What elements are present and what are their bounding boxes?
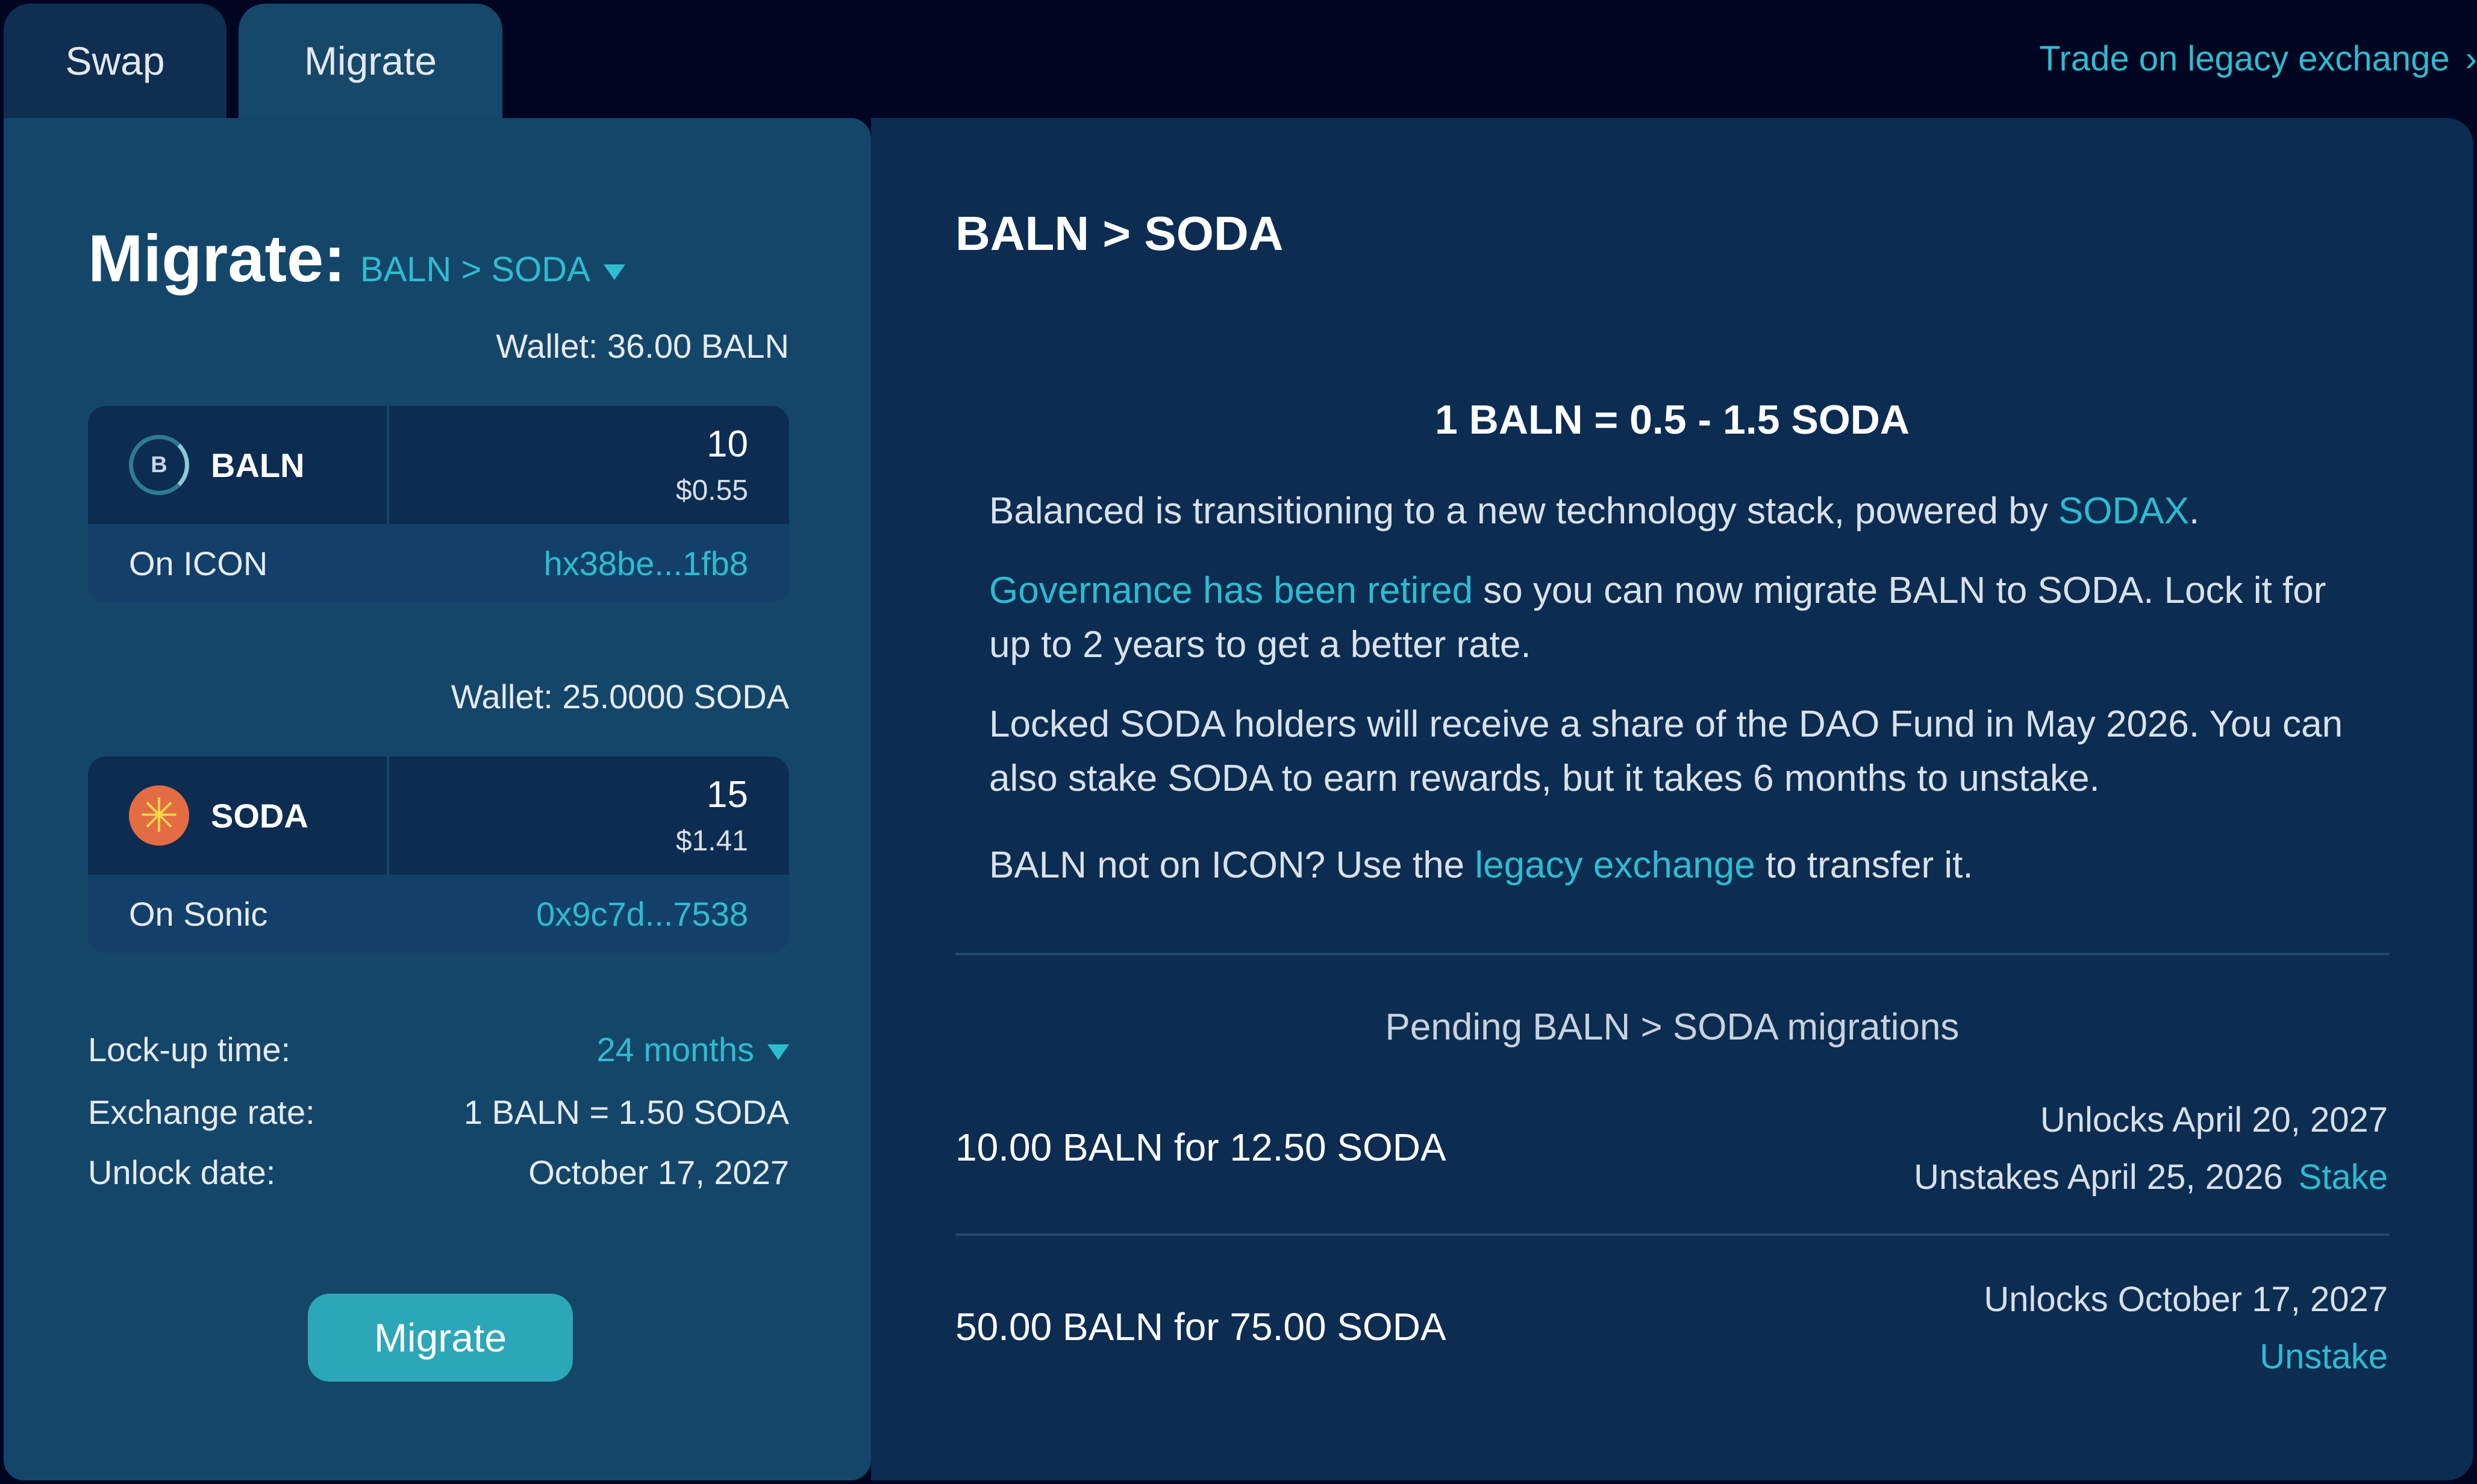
from-token-card: B BALN 10 $0.55 On ICON hx38be...1fb8: [88, 406, 789, 602]
from-wallet-balance: Wallet: 36.00 BALN: [496, 327, 789, 365]
info-text-end: .: [2189, 490, 2200, 532]
migrate-heading: Migrate: BALN > SODA: [88, 220, 625, 297]
migration-unlocks: Unlocks October 17, 2027: [1984, 1280, 2388, 1319]
tab-migrate[interactable]: Migrate: [239, 4, 502, 118]
pair-selector-label: BALN > SODA: [360, 250, 590, 289]
info-text-end: to transfer it.: [1755, 844, 1973, 886]
info-paragraph-3: Locked SODA holders will receive a share…: [989, 697, 2375, 806]
pair-selector[interactable]: BALN > SODA: [360, 249, 625, 290]
exchange-rate-value: 1 BALN = 1.50 SODA: [463, 1093, 789, 1131]
info-title: BALN > SODA: [955, 207, 1284, 260]
migration-status: Unlocks April 20, 2027 Unstakes April 25…: [1914, 1100, 2388, 1197]
governance-retired-link[interactable]: Governance has been retired: [989, 570, 1473, 611]
chevron-right-icon: ›: [2465, 39, 2477, 78]
soda-token-icon: ✳: [129, 785, 189, 846]
to-network: On Sonic: [129, 894, 268, 933]
lockup-value: 24 months: [596, 1030, 755, 1068]
migration-amount: 10.00 BALN for 12.50 SODA: [955, 1126, 1446, 1169]
exchange-rate-row: Exchange rate: 1 BALN = 1.50 SODA: [88, 1093, 789, 1132]
page-title: Migrate:: [88, 222, 346, 296]
info-panel: BALN > SODA 1 BALN = 0.5 - 1.5 SODA Bala…: [871, 118, 2473, 1480]
to-amount-usd: $1.41: [675, 825, 748, 857]
migration-status: Unlocks October 17, 2027 Unstake: [1984, 1279, 2388, 1377]
caret-down-icon: [603, 264, 625, 280]
tab-migrate-label: Migrate: [304, 39, 437, 83]
sodax-link[interactable]: SODAX: [2058, 490, 2189, 532]
unlock-date-label: Unlock date:: [88, 1153, 276, 1191]
to-amount: 15: [707, 774, 748, 815]
migration-unstakes: Unstakes April 25, 2026: [1914, 1158, 2283, 1197]
to-address-link[interactable]: 0x9c7d...7538: [536, 894, 748, 934]
pending-migrations-title: Pending BALN > SODA migrations: [1385, 1006, 1960, 1048]
to-wallet-balance: Wallet: 25.0000 SODA: [451, 678, 789, 716]
to-amount-display: 15 $1.41: [389, 756, 789, 874]
tab-bar: Swap Migrate: [4, 4, 502, 118]
divider: [955, 1233, 2389, 1236]
exchange-rate-label: Exchange rate:: [88, 1093, 315, 1131]
unlock-date-value: October 17, 2027: [528, 1153, 789, 1191]
from-network: On ICON: [129, 544, 268, 582]
baln-token-icon: B: [129, 435, 189, 495]
legacy-exchange-link[interactable]: legacy exchange: [1475, 844, 1755, 886]
info-text: BALN not on ICON? Use the: [989, 844, 1475, 886]
info-text: Balanced is transitioning to a new techn…: [989, 490, 2058, 532]
info-text: Locked SODA holders will receive a share…: [989, 703, 2343, 799]
migrate-panel: Migrate: BALN > SODA Wallet: 36.00 BALN …: [4, 118, 871, 1480]
from-address-link[interactable]: hx38be...1fb8: [544, 544, 748, 583]
tab-swap[interactable]: Swap: [4, 4, 226, 118]
from-token-symbol: BALN: [211, 446, 305, 484]
to-token-symbol: SODA: [211, 796, 308, 835]
caret-down-icon: [767, 1044, 789, 1061]
trade-legacy-exchange-link[interactable]: Trade on legacy exchange ›: [2039, 39, 2477, 79]
info-paragraph-2: Governance has been retired so you can n…: [989, 564, 2375, 672]
info-paragraph-1: Balanced is transitioning to a new techn…: [989, 484, 2375, 538]
legacy-link-label: Trade on legacy exchange: [2039, 39, 2450, 78]
lockup-row: Lock-up time: 24 months: [88, 1030, 789, 1069]
from-amount-usd: $0.55: [675, 475, 748, 507]
unstake-link[interactable]: Unstake: [2260, 1337, 2388, 1376]
from-amount: 10: [707, 423, 748, 465]
from-token-selector[interactable]: B BALN: [88, 406, 389, 524]
lockup-label: Lock-up time:: [88, 1030, 291, 1068]
from-amount-input[interactable]: 10 $0.55: [389, 406, 789, 524]
migrate-button[interactable]: Migrate: [308, 1294, 573, 1382]
lockup-dropdown[interactable]: 24 months: [596, 1030, 789, 1069]
to-token-card: ✳ SODA 15 $1.41 On Sonic 0x9c7d...7538: [88, 756, 789, 953]
migration-unlocks: Unlocks April 20, 2027: [2040, 1100, 2388, 1140]
unlock-date-row: Unlock date: October 17, 2027: [88, 1153, 789, 1192]
stake-link[interactable]: Stake: [2299, 1158, 2388, 1197]
to-token-selector[interactable]: ✳ SODA: [88, 756, 389, 874]
divider: [955, 953, 2389, 955]
tab-swap-label: Swap: [65, 39, 165, 83]
info-paragraph-4: BALN not on ICON? Use the legacy exchang…: [989, 838, 2375, 893]
rate-range: 1 BALN = 0.5 - 1.5 SODA: [1435, 397, 1910, 443]
migration-amount: 50.00 BALN for 75.00 SODA: [955, 1305, 1446, 1348]
